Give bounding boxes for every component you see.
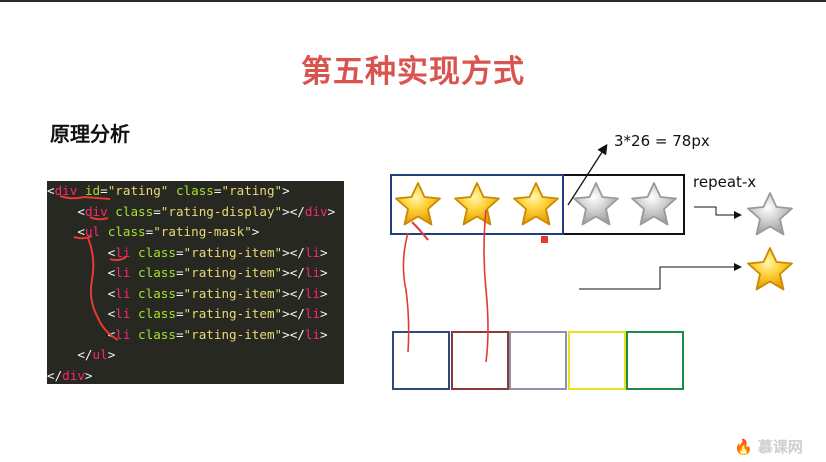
star-tick-annotation [411,221,429,241]
flame-icon: 🔥 [734,438,753,456]
underline-li [109,256,127,262]
link-line-2 [483,209,489,363]
underline-div [89,216,109,221]
annotation-overlay [59,143,742,363]
underline-div-id [59,195,111,200]
repeat-arrow [694,206,742,219]
link-line-1 [402,232,410,353]
watermark-text: 慕课网 [757,438,803,456]
bracket-annotation [87,237,119,341]
underline-ul [73,235,93,240]
red-marker [541,236,548,243]
watermark-logo: 🔥 慕课网 [734,436,803,457]
gold-star-arrow [579,263,742,290]
formula-arrow [567,143,608,206]
